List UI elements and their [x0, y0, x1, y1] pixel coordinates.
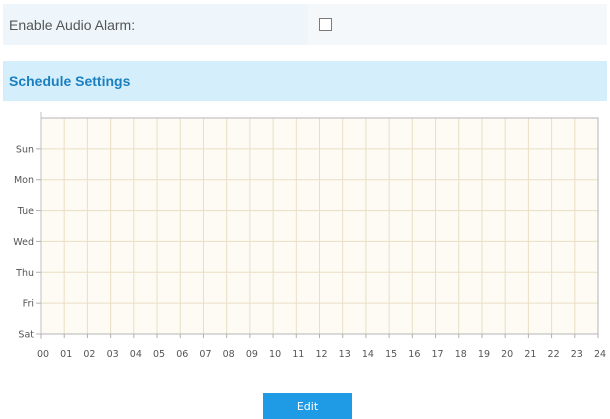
hour-label: 04	[130, 349, 142, 360]
day-label: Fri	[23, 299, 34, 310]
day-label: Sun	[16, 144, 34, 155]
hour-label: 01	[60, 349, 72, 360]
hour-label: 03	[107, 349, 119, 360]
day-label: Thu	[15, 268, 34, 279]
hour-label: 21	[524, 349, 536, 360]
hour-label: 02	[83, 349, 95, 360]
schedule-grid[interactable]: Sun Mon Tue Wed Thu Fri Sat00 01 02 03 04 05 06 07 08 0…	[0, 105, 610, 370]
day-label: Mon	[14, 175, 34, 186]
hour-label: 14	[362, 349, 374, 360]
edit-button[interactable]: Edit	[263, 393, 352, 419]
day-label: Tue	[17, 206, 34, 217]
audio-alarm-label: Enable Audio Alarm:	[3, 4, 308, 45]
hour-label: 13	[339, 349, 351, 360]
hour-label: 00	[37, 349, 49, 360]
hour-label: 16	[408, 349, 420, 360]
hour-label: 05	[153, 349, 165, 360]
hour-label: 11	[292, 349, 304, 360]
hour-label: 23	[571, 349, 583, 360]
section-schedule-settings: Schedule Settings	[3, 61, 607, 101]
hour-label: 07	[199, 349, 211, 360]
hour-label: 22	[548, 349, 560, 360]
hour-label: 20	[501, 349, 513, 360]
hour-label: 17	[431, 349, 443, 360]
audio-alarm-value-cell	[308, 4, 607, 45]
hour-label: 18	[455, 349, 467, 360]
hour-label: 08	[223, 349, 235, 360]
audio-alarm-row: Enable Audio Alarm:	[3, 4, 607, 45]
hour-label: 10	[269, 349, 281, 360]
hour-label: 12	[315, 349, 327, 360]
hour-label: 15	[385, 349, 397, 360]
hour-label: 19	[478, 349, 490, 360]
hour-label: 06	[176, 349, 188, 360]
day-label: Sat	[18, 330, 34, 341]
audio-alarm-checkbox[interactable]	[319, 18, 332, 31]
hour-label: 24	[594, 349, 606, 360]
day-label: Wed	[13, 237, 34, 248]
hour-label: 09	[246, 349, 258, 360]
